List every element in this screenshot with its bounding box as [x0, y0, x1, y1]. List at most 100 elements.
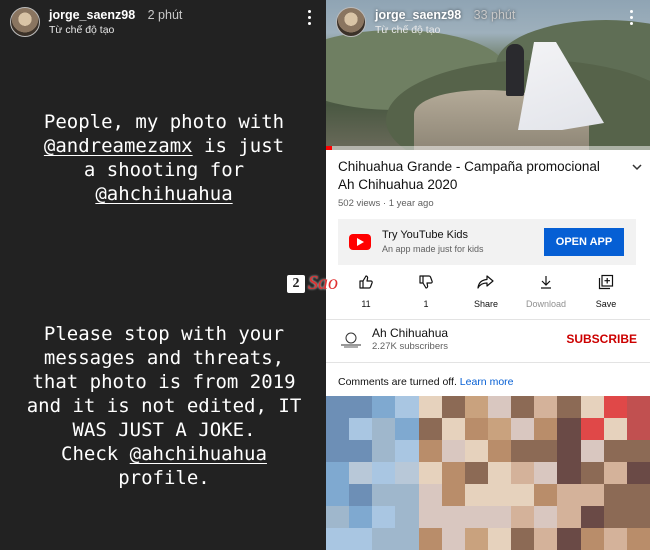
mosaic-cell — [464, 418, 488, 440]
mosaic-cell — [418, 506, 442, 528]
mosaic-cell — [557, 462, 581, 484]
mosaic-cell — [372, 528, 396, 550]
mosaic-cell — [418, 462, 442, 484]
subscriber-count: 2.27K subscribers — [372, 341, 449, 352]
mosaic-cell — [603, 418, 627, 440]
username[interactable]: jorge_saenz98 — [375, 8, 461, 22]
mosaic-cell — [580, 506, 604, 528]
story-line: WAS JUST A JOKE. — [72, 419, 256, 441]
save-button[interactable]: Save — [578, 274, 634, 314]
story-line: Check @ahchihuahua — [14, 442, 314, 466]
channel-logo-icon[interactable] — [338, 330, 364, 350]
share-button[interactable]: Share — [458, 274, 514, 314]
video-title: Chihuahua Grande - Campaña promocional A… — [338, 159, 600, 192]
avatar[interactable] — [336, 7, 366, 37]
story-text-block-2: Please stop with your messages and threa… — [14, 322, 314, 490]
mosaic-cell — [557, 484, 581, 506]
mention-ahchihuahua[interactable]: @ahchihuahua — [130, 443, 267, 465]
mention-ahchihuahua[interactable]: @ahchihuahua — [95, 183, 232, 205]
mosaic-cell — [534, 528, 558, 550]
story-line: that photo is from 2019 — [32, 371, 296, 393]
story-line: a shooting for — [83, 159, 245, 181]
mosaic-cell — [441, 484, 465, 506]
mosaic-cell — [441, 528, 465, 550]
dislike-button[interactable]: 1 — [398, 274, 454, 314]
mosaic-cell — [603, 440, 627, 462]
download-label: Download — [525, 299, 567, 309]
mosaic-cell — [372, 440, 396, 462]
story-line: messages and threats, — [43, 347, 285, 369]
mosaic-cell — [534, 396, 558, 418]
mosaic-cell — [487, 418, 512, 440]
mosaic-cell — [464, 396, 488, 418]
mosaic-cell — [534, 418, 558, 440]
mosaic-cell — [418, 484, 442, 506]
learn-more-link[interactable]: Learn more — [460, 376, 514, 388]
like-button[interactable]: 11 — [338, 274, 394, 314]
mosaic-cell — [487, 440, 512, 462]
mosaic-cell — [557, 396, 581, 418]
divider — [326, 362, 650, 363]
mosaic-cell — [487, 462, 512, 484]
upload-age: 1 year ago — [388, 198, 434, 209]
channel-name[interactable]: Ah Chihuahua — [372, 326, 448, 340]
mosaic-cell — [534, 484, 558, 506]
mosaic-cell — [487, 484, 512, 506]
mention-andreamezamx[interactable]: @andreamezamx — [44, 135, 193, 157]
mosaic-cell — [603, 462, 627, 484]
mosaic-cell — [326, 484, 350, 506]
mosaic-cell — [626, 506, 650, 528]
pixelated-image — [326, 396, 650, 550]
open-app-button[interactable]: OPEN APP — [544, 228, 624, 256]
mosaic-cell — [441, 506, 465, 528]
story-line: profile. — [118, 467, 210, 489]
mosaic-cell — [395, 528, 419, 550]
mosaic-cell — [626, 440, 650, 462]
mosaic-cell — [626, 418, 650, 440]
view-count: 502 views — [338, 198, 381, 209]
mosaic-cell — [349, 484, 373, 506]
mosaic-cell — [603, 484, 627, 506]
ad-title: Try YouTube Kids — [382, 229, 469, 241]
mosaic-cell — [464, 462, 488, 484]
username[interactable]: jorge_saenz98 — [49, 8, 135, 22]
video-progress-bar[interactable] — [326, 146, 650, 150]
mosaic-cell — [441, 440, 465, 462]
mosaic-cell — [487, 528, 512, 550]
youtube-kids-logo-icon — [349, 234, 371, 250]
avatar[interactable] — [10, 7, 40, 37]
mosaic-cell — [603, 396, 627, 418]
story-text-block-1: People, my photo with @andreamezamx is j… — [14, 110, 314, 206]
thumbs-down-icon — [419, 275, 433, 289]
mosaic-cell — [395, 396, 419, 418]
mosaic-cell — [349, 528, 373, 550]
download-button[interactable]: Download — [518, 274, 574, 314]
more-options-icon[interactable] — [630, 10, 634, 28]
mosaic-cell — [418, 396, 442, 418]
mosaic-cell — [534, 440, 558, 462]
story-line: @ahchihuahua — [14, 182, 314, 206]
ad-subtitle: An app made just for kids — [382, 244, 484, 254]
mosaic-cell — [326, 440, 350, 462]
story-line: and it is not edited, IT — [26, 395, 302, 417]
more-options-icon[interactable] — [308, 10, 312, 28]
save-playlist-icon — [598, 274, 614, 290]
mosaic-cell — [326, 462, 350, 484]
mosaic-cell — [464, 528, 488, 550]
mosaic-cell — [464, 440, 488, 462]
mosaic-cell — [626, 484, 650, 506]
story-header: jorge_saenz98 2 phút Từ chế độ tạo — [10, 7, 182, 38]
mosaic-cell — [626, 462, 650, 484]
mosaic-cell — [395, 440, 419, 462]
story-line: Please stop with your — [43, 323, 285, 345]
mosaic-cell — [534, 462, 558, 484]
chevron-down-icon[interactable] — [632, 162, 642, 172]
subscribe-button[interactable]: SUBSCRIBE — [566, 332, 637, 346]
mosaic-cell — [487, 506, 512, 528]
mosaic-cell — [372, 462, 396, 484]
mosaic-cell — [511, 396, 535, 418]
mosaic-cell — [487, 396, 512, 418]
mosaic-cell — [511, 528, 535, 550]
mosaic-cell — [511, 440, 535, 462]
comments-notice: Comments are turned off. Learn more — [338, 376, 514, 388]
